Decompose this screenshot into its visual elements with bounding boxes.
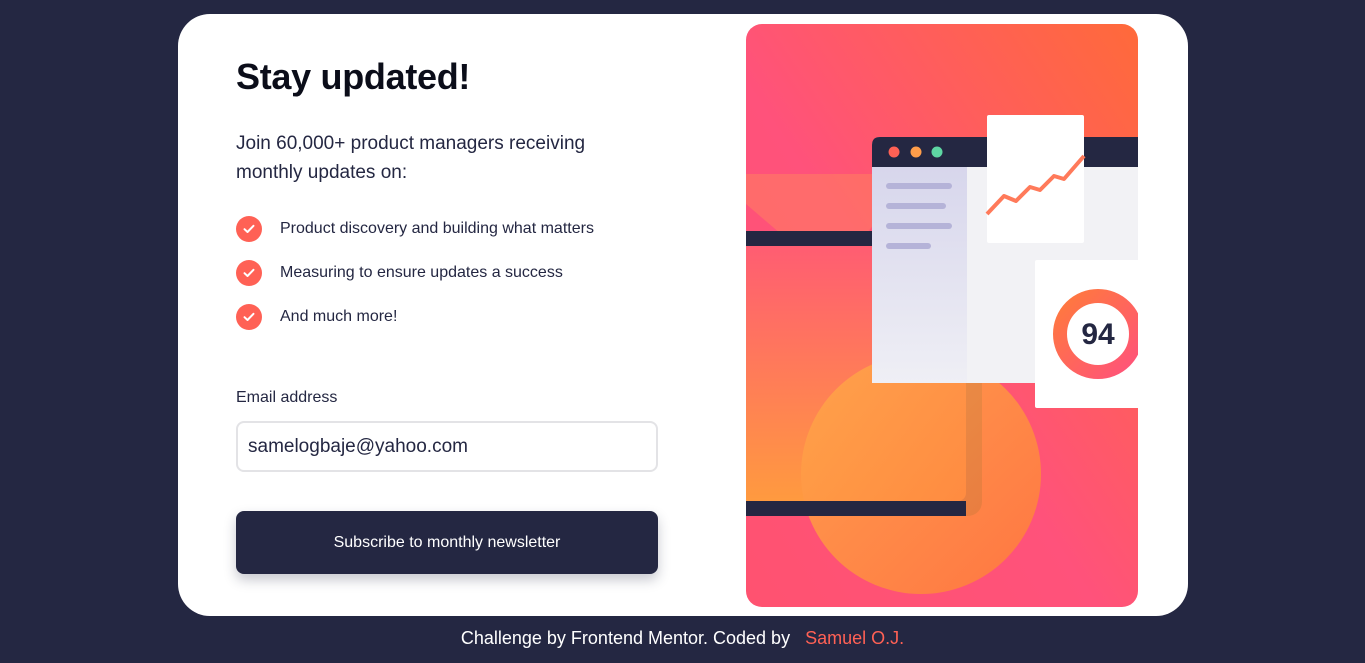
author-link[interactable]: Samuel O.J. <box>805 628 904 648</box>
score-value: 94 <box>1081 318 1115 351</box>
feature-item: And much more! <box>236 304 594 330</box>
attribution-footer: Challenge by Frontend Mentor. Coded by S… <box>0 628 1365 649</box>
signup-card: Stay updated! Join 60,000+ product manag… <box>178 14 1188 616</box>
feature-text: Product discovery and building what matt… <box>280 220 594 237</box>
feature-text: And much more! <box>280 308 398 325</box>
attribution-text: Challenge by Frontend Mentor. Coded by <box>460 628 791 648</box>
check-icon <box>236 216 262 242</box>
subscribe-button[interactable]: Subscribe to monthly newsletter <box>236 511 658 574</box>
feature-item: Product discovery and building what matt… <box>236 216 594 242</box>
page-title: Stay updated! <box>236 56 471 97</box>
intro-text: Join 60,000+ product managers receiving … <box>236 133 586 183</box>
illustration-graphic: 94 <box>746 24 1138 607</box>
feature-list: Product discovery and building what matt… <box>236 216 594 348</box>
check-icon <box>236 304 262 330</box>
email-field[interactable] <box>236 421 658 472</box>
email-label: Email address <box>236 389 338 406</box>
feature-item: Measuring to ensure updates a success <box>236 260 594 286</box>
hero-illustration: 94 <box>746 24 1138 607</box>
feature-text: Measuring to ensure updates a success <box>280 264 563 281</box>
check-icon <box>236 260 262 286</box>
